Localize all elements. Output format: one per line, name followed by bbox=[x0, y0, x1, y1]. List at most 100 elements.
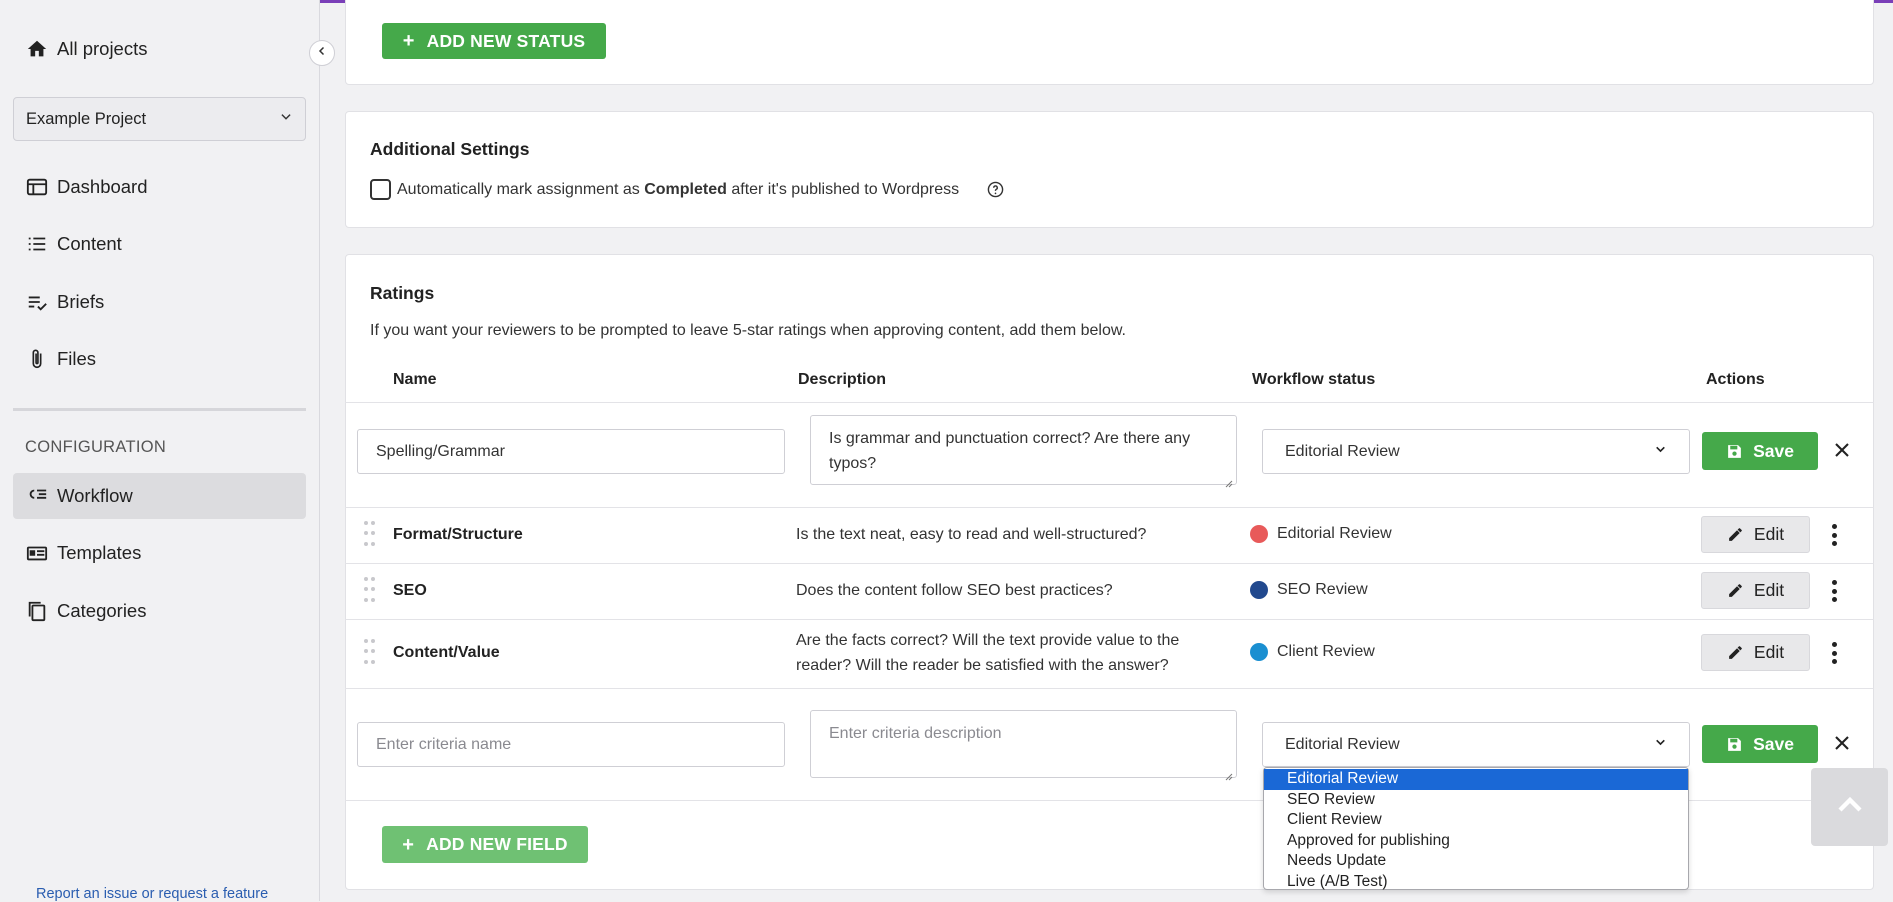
sidebar-item-label: Categories bbox=[57, 600, 147, 621]
ratings-title: Ratings bbox=[370, 283, 435, 303]
pencil-icon bbox=[1729, 646, 1742, 659]
auto-complete-checkbox[interactable] bbox=[370, 179, 391, 200]
edit-button[interactable]: Edit bbox=[1701, 634, 1810, 671]
sidebar-item-templates[interactable]: Templates bbox=[13, 530, 306, 576]
chevron-down-icon bbox=[1654, 443, 1667, 461]
column-header-workflow-status: Workflow status bbox=[1252, 371, 1376, 388]
help-icon[interactable] bbox=[987, 181, 1004, 203]
rating-status-label: Editorial Review bbox=[1277, 525, 1392, 542]
dropdown-option[interactable]: Editorial Review bbox=[1264, 769, 1688, 790]
rating-name: Format/Structure bbox=[393, 526, 523, 543]
sidebar-item-briefs[interactable]: Briefs bbox=[13, 279, 306, 325]
rating-description: Is the text neat, easy to read and well-… bbox=[796, 526, 1147, 543]
sidebar-item-categories[interactable]: Categories bbox=[13, 588, 306, 634]
new-criteria-name-placeholder: Enter criteria name bbox=[376, 735, 512, 753]
scroll-to-top-button[interactable] bbox=[1811, 768, 1888, 846]
add-new-field-button[interactable]: + ADD NEW FIELD bbox=[382, 826, 588, 863]
new-save-button[interactable]: Save bbox=[1702, 725, 1818, 763]
chevron-down-icon bbox=[279, 110, 293, 129]
workflow-status-select[interactable]: Editorial Review bbox=[1262, 429, 1690, 474]
cancel-edit-close-icon[interactable] bbox=[1831, 439, 1853, 461]
auto-complete-text-post: after it's published to Wordpress bbox=[731, 181, 960, 198]
row-divider bbox=[345, 507, 1874, 508]
edit-button[interactable]: Edit bbox=[1701, 572, 1810, 609]
drag-handle-icon[interactable] bbox=[364, 639, 376, 667]
dropdown-option[interactable]: SEO Review bbox=[1264, 790, 1688, 811]
all-projects-link[interactable]: All projects bbox=[13, 26, 306, 72]
edit-button[interactable]: Edit bbox=[1701, 516, 1810, 553]
column-header-description: Description bbox=[798, 371, 887, 388]
rating-status: Client Review bbox=[1250, 643, 1375, 661]
edit-label: Edit bbox=[1753, 524, 1785, 544]
criteria-description-textarea[interactable]: Is grammar and punctuation correct? Are … bbox=[810, 415, 1237, 488]
chevron-down-icon bbox=[1654, 736, 1667, 754]
add-new-status-label: ADD NEW STATUS bbox=[426, 30, 586, 51]
sidebar-item-label: Briefs bbox=[57, 291, 105, 312]
column-header-name: Name bbox=[393, 371, 437, 388]
rating-status-label: SEO Review bbox=[1277, 581, 1368, 598]
pencil-icon bbox=[1729, 528, 1742, 541]
more-options-icon[interactable] bbox=[1829, 642, 1839, 664]
row-divider bbox=[345, 688, 1874, 689]
workflow-icon bbox=[25, 484, 49, 508]
save-label: Save bbox=[1753, 440, 1794, 461]
sidebar-item-workflow[interactable]: Workflow bbox=[13, 473, 306, 519]
cancel-new-close-icon[interactable] bbox=[1831, 732, 1853, 754]
auto-complete-text-pre: Automatically mark assignment as bbox=[397, 181, 640, 198]
additional-settings-card bbox=[345, 111, 1874, 228]
collapse-sidebar-button[interactable] bbox=[309, 40, 335, 66]
save-button[interactable]: Save bbox=[1702, 432, 1818, 470]
sidebar-item-label: Files bbox=[57, 348, 97, 369]
criteria-name-value: Spelling/Grammar bbox=[376, 442, 505, 460]
ratings-description: If you want your reviewers to be prompte… bbox=[370, 322, 1126, 339]
dropdown-option[interactable]: Needs Update bbox=[1264, 851, 1688, 872]
paperclip-icon bbox=[25, 347, 49, 371]
copy-icon bbox=[25, 599, 49, 623]
row-divider bbox=[345, 619, 1874, 620]
row-divider bbox=[345, 402, 1874, 403]
rating-status: SEO Review bbox=[1250, 581, 1368, 599]
more-options-icon[interactable] bbox=[1829, 580, 1839, 602]
more-options-icon[interactable] bbox=[1829, 524, 1839, 546]
new-workflow-status-select[interactable]: Editorial Review bbox=[1262, 722, 1690, 767]
resize-grip-icon[interactable] bbox=[1223, 471, 1233, 488]
configuration-label: CONFIGURATION bbox=[25, 438, 167, 456]
sidebar-item-label: Dashboard bbox=[57, 176, 148, 197]
sidebar-item-content[interactable]: Content bbox=[13, 221, 306, 267]
sidebar-item-dashboard[interactable]: Dashboard bbox=[13, 164, 306, 210]
rating-description: Does the content follow SEO best practic… bbox=[796, 582, 1113, 599]
auto-complete-text-bold: Completed bbox=[644, 181, 727, 198]
drag-handle-icon[interactable] bbox=[364, 577, 376, 605]
add-new-status-button[interactable]: + ADD NEW STATUS bbox=[382, 23, 606, 59]
dropdown-option[interactable]: Client Review bbox=[1264, 810, 1688, 831]
column-header-actions: Actions bbox=[1706, 371, 1765, 388]
sidebar-item-label: Workflow bbox=[57, 485, 133, 506]
workflow-status-dropdown[interactable]: Editorial Review SEO Review Client Revie… bbox=[1263, 767, 1689, 890]
project-select[interactable]: Example Project bbox=[13, 97, 306, 141]
chevron-up-icon bbox=[1835, 790, 1865, 825]
new-criteria-name-input[interactable]: Enter criteria name bbox=[357, 722, 785, 767]
checklist-icon bbox=[25, 290, 49, 314]
chevron-left-icon bbox=[316, 44, 328, 62]
sidebar-item-label: Content bbox=[57, 233, 122, 254]
list-icon bbox=[25, 232, 49, 256]
new-criteria-description-textarea[interactable]: Enter criteria description bbox=[810, 710, 1237, 781]
dropdown-option[interactable]: Live (A/B Test) bbox=[1264, 872, 1688, 893]
sidebar-divider bbox=[13, 408, 306, 411]
workflow-status-value: Editorial Review bbox=[1285, 442, 1400, 460]
template-icon bbox=[25, 541, 49, 565]
add-new-field-label: ADD NEW FIELD bbox=[426, 834, 568, 854]
new-workflow-status-value: Editorial Review bbox=[1285, 735, 1400, 753]
criteria-name-input[interactable]: Spelling/Grammar bbox=[357, 429, 785, 474]
edit-label: Edit bbox=[1753, 580, 1785, 600]
resize-grip-icon[interactable] bbox=[1223, 764, 1233, 781]
rating-name: Content/Value bbox=[393, 644, 500, 661]
status-dot bbox=[1250, 525, 1268, 543]
plus-icon: + bbox=[402, 833, 415, 856]
sidebar: All projects Example Project Dashboard C… bbox=[0, 0, 320, 902]
sidebar-item-files[interactable]: Files bbox=[13, 336, 306, 382]
plus-icon: + bbox=[402, 30, 415, 52]
drag-handle-icon[interactable] bbox=[364, 521, 376, 549]
report-issue-link[interactable]: Report an issue or request a feature bbox=[36, 886, 268, 902]
dropdown-option[interactable]: Approved for publishing bbox=[1264, 831, 1688, 852]
